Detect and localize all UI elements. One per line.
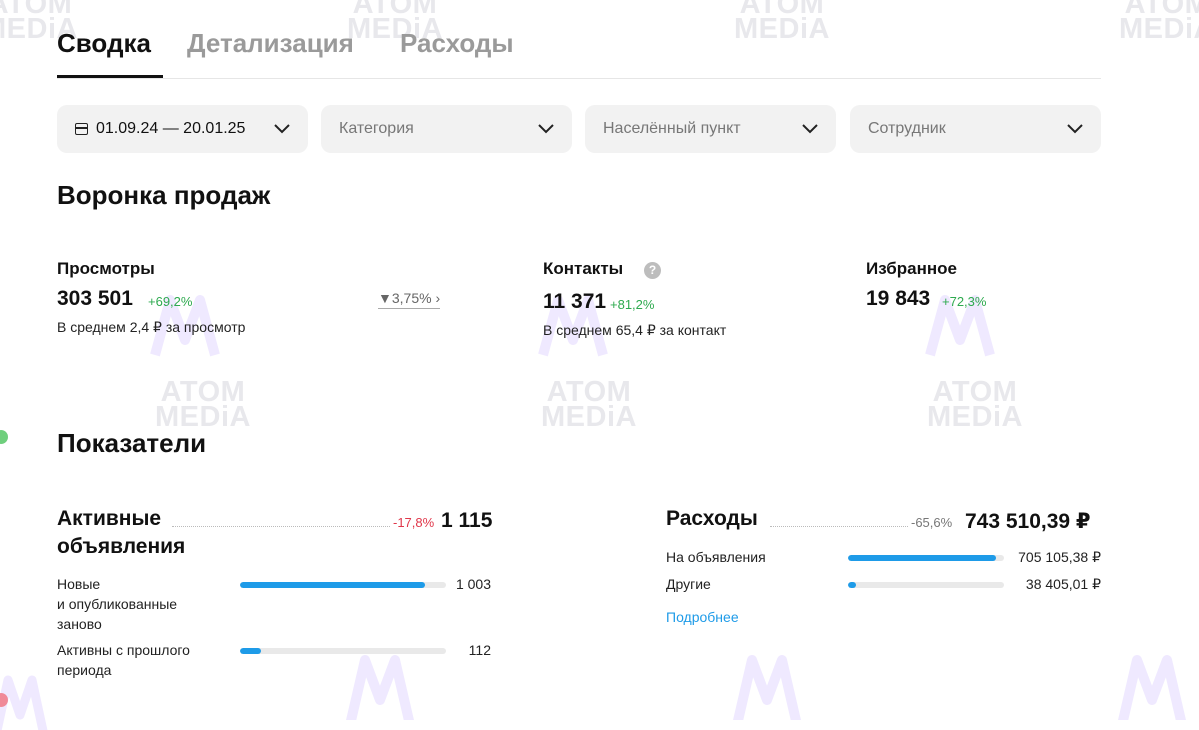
tab-expenses[interactable]: Расходы [400,28,514,59]
new-ads-label: Новые и опубликованные заново [57,576,178,632]
active-ads-total: 1 115 [441,509,493,532]
active-ads-delta: -17,8% [393,515,435,530]
other-expenses-bar [848,582,1004,588]
conversion-value: 3,75% [391,290,432,306]
chevron-down-icon [274,124,290,134]
city-select[interactable]: Населённый пункт [585,105,836,153]
active-tab-underline [57,75,163,78]
favorites-value: 19 843 [866,287,931,310]
favorites-delta: +72,3% [942,294,987,309]
carried-ads-bar [240,648,446,654]
active-ads-title: Активные объявления [57,507,186,558]
category-placeholder: Категория [339,120,414,137]
side-indicator-dot [0,693,8,707]
expenses-title: Расходы [666,507,758,530]
employee-placeholder: Сотрудник [868,120,946,137]
help-icon[interactable]: ? [644,262,661,279]
city-placeholder: Населённый пункт [603,120,741,137]
chevron-down-icon [802,124,818,134]
other-expenses-value: 38 405,01 ₽ [1025,576,1101,592]
new-ads-value: 1 003 [455,576,491,592]
views-title: Просмотры [57,259,155,278]
contacts-average: В среднем 65,4 ₽ за контакт [543,322,727,338]
ads-expenses-bar [848,555,1004,561]
date-range-filter[interactable]: 01.09.24 — 20.01.25 [57,105,308,153]
calendar-icon [75,123,88,135]
views-average: В среднем 2,4 ₽ за просмотр [57,319,246,335]
watermark: ATOMMEDiA [927,376,1023,433]
watermark-logo [733,655,801,720]
watermark: ATOMMEDiA [155,376,251,433]
ads-expenses-label: На объявления [666,549,766,565]
new-ads-bar [240,582,446,588]
contacts-value: 11 371 [543,290,607,313]
watermark: ATOMMEDiA [1119,0,1199,45]
watermark-logo [1118,655,1186,720]
chevron-right-icon: › [431,290,441,306]
employee-select[interactable]: Сотрудник [850,105,1101,153]
funnel-title: Воронка продаж [57,180,271,210]
carried-ads-value: 112 [468,642,491,658]
chevron-down-icon [538,124,554,134]
new-ads-bar-fill [240,582,426,588]
date-range-value: 01.09.24 — 20.01.25 [96,120,246,137]
ads-expenses-value: 705 105,38 ₽ [1018,549,1101,565]
views-delta: +69,2% [148,294,193,309]
dotted-leader [172,526,390,527]
watermark: ATOMMEDiA [541,376,637,433]
tab-bar: Сводка Детализация Расходы [57,28,1101,79]
conversion-link[interactable]: ▼3,75% › [378,290,441,309]
contacts-delta: +81,2% [610,297,655,312]
category-select[interactable]: Категория [321,105,572,153]
details-link[interactable]: Подробнее [666,609,739,625]
tab-summary[interactable]: Сводка [57,28,151,59]
side-indicator-dot [0,430,8,444]
indicators-title: Показатели [57,428,207,458]
watermark-logo [346,655,414,720]
other-expenses-label: Другие [666,576,711,592]
ads-expenses-bar-fill [848,555,997,561]
dotted-leader [770,526,908,527]
views-value: 303 501 [57,287,133,310]
carried-ads-bar-fill [240,648,261,654]
other-expenses-bar-fill [848,582,856,588]
favorites-title: Избранное [866,259,957,278]
expenses-delta: -65,6% [911,515,953,530]
chevron-down-icon [1067,124,1083,134]
carried-ads-label: Активны с прошлого периода [57,642,190,678]
filter-funnel-icon: ▼ [378,290,392,306]
contacts-title: Контакты [543,259,624,278]
expenses-total: 743 510,39 ₽ [965,510,1091,533]
tab-details[interactable]: Детализация [187,28,354,59]
